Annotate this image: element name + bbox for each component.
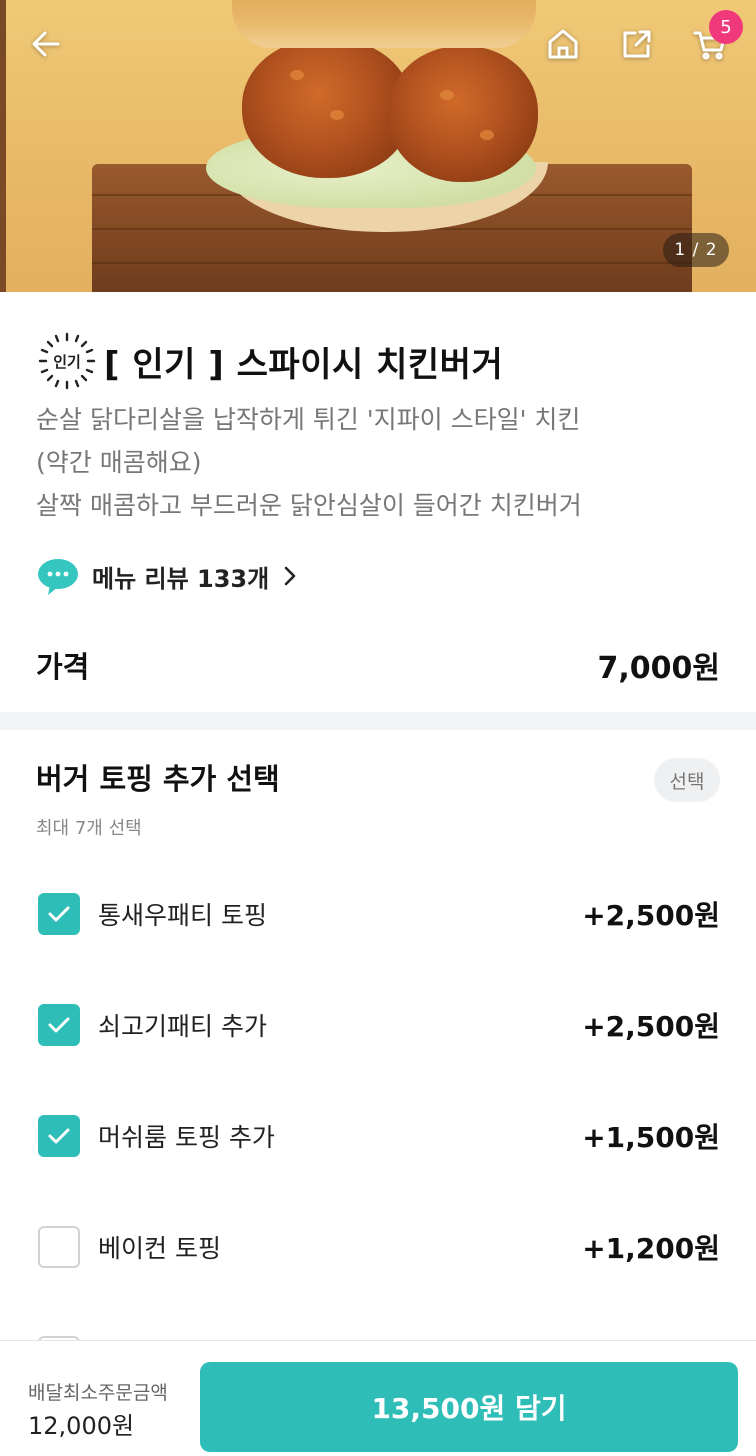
back-arrow-icon	[32, 31, 60, 57]
speech-bubble-icon	[38, 559, 78, 595]
menu-description: 순살 닭다리살을 납작하게 튀긴 '지파이 스타일' 치킨 (약간 매콤해요) …	[36, 398, 726, 527]
min-order-value: 12,000원	[28, 1412, 135, 1440]
section-divider	[0, 712, 756, 730]
popular-badge-icon: 인기	[36, 330, 98, 392]
option-item[interactable]: 통새우패티 토핑 +2,500원	[36, 884, 720, 944]
topping-options-header: 버거 토핑 추가 선택 최대 7개 선택 선택	[36, 756, 720, 839]
option-price: +2,500원	[582, 1010, 720, 1043]
cart-count-badge: 5	[709, 10, 743, 44]
checkmark-icon	[48, 1128, 70, 1144]
checkbox-checked[interactable]	[38, 1004, 80, 1046]
description-line: (약간 매콤해요)	[36, 448, 202, 477]
options-subtitle: 최대 7개 선택	[36, 818, 142, 839]
menu-review-link[interactable]: 메뉴 리뷰 133개	[36, 556, 297, 596]
checkmark-icon	[48, 1017, 70, 1033]
option-name: 베이컨 토핑	[98, 1234, 221, 1263]
price-value: 7,000원	[597, 651, 721, 686]
back-button[interactable]	[22, 20, 70, 68]
option-price: +1,500원	[582, 1121, 720, 1154]
option-price: +2,500원	[582, 899, 720, 932]
home-button[interactable]	[539, 20, 587, 68]
checkbox-unchecked[interactable]	[38, 1226, 80, 1268]
home-icon	[548, 29, 578, 59]
price-row: 가격 7,000원	[36, 640, 720, 690]
menu-title-row: 인기 [ 인기 ] 스파이시 치킨버거	[36, 330, 503, 392]
chevron-right-icon	[284, 566, 296, 586]
option-item[interactable]: 쇠고기패티 추가 +2,500원	[36, 995, 720, 1055]
add-to-cart-button[interactable]: 13,500원 담기	[200, 1362, 738, 1452]
optional-badge: 선택	[654, 758, 720, 802]
options-title: 버거 토핑 추가 선택	[36, 762, 280, 796]
price-label: 가격	[36, 650, 90, 684]
review-count-label: 메뉴 리뷰 133개	[92, 564, 270, 593]
image-counter: 1 / 2	[663, 233, 729, 267]
description-line: 순살 닭다리살을 납작하게 튀긴 '지파이 스타일' 치킨	[36, 405, 581, 434]
share-icon	[623, 30, 651, 58]
option-item[interactable]: 베이컨 토핑 +1,200원	[36, 1217, 720, 1277]
menu-title: [ 인기 ] 스파이시 치킨버거	[104, 344, 504, 385]
top-bar: 5	[0, 0, 756, 90]
option-price: +1,200원	[582, 1232, 720, 1265]
option-name: 쇠고기패티 추가	[98, 1012, 267, 1041]
option-name: 통새우패티 토핑	[98, 901, 267, 930]
share-button[interactable]	[613, 20, 661, 68]
checkbox-checked[interactable]	[38, 893, 80, 935]
min-order-label: 배달최소주문금액	[28, 1382, 168, 1404]
description-line: 살짝 매콤하고 부드러운 닭안심살이 들어간 치킨버거	[36, 491, 582, 520]
option-item[interactable]: 머쉬룸 토핑 추가 +1,500원	[36, 1106, 720, 1166]
checkmark-icon	[48, 906, 70, 922]
checkbox-checked[interactable]	[38, 1115, 80, 1157]
option-name: 머쉬룸 토핑 추가	[98, 1123, 275, 1152]
